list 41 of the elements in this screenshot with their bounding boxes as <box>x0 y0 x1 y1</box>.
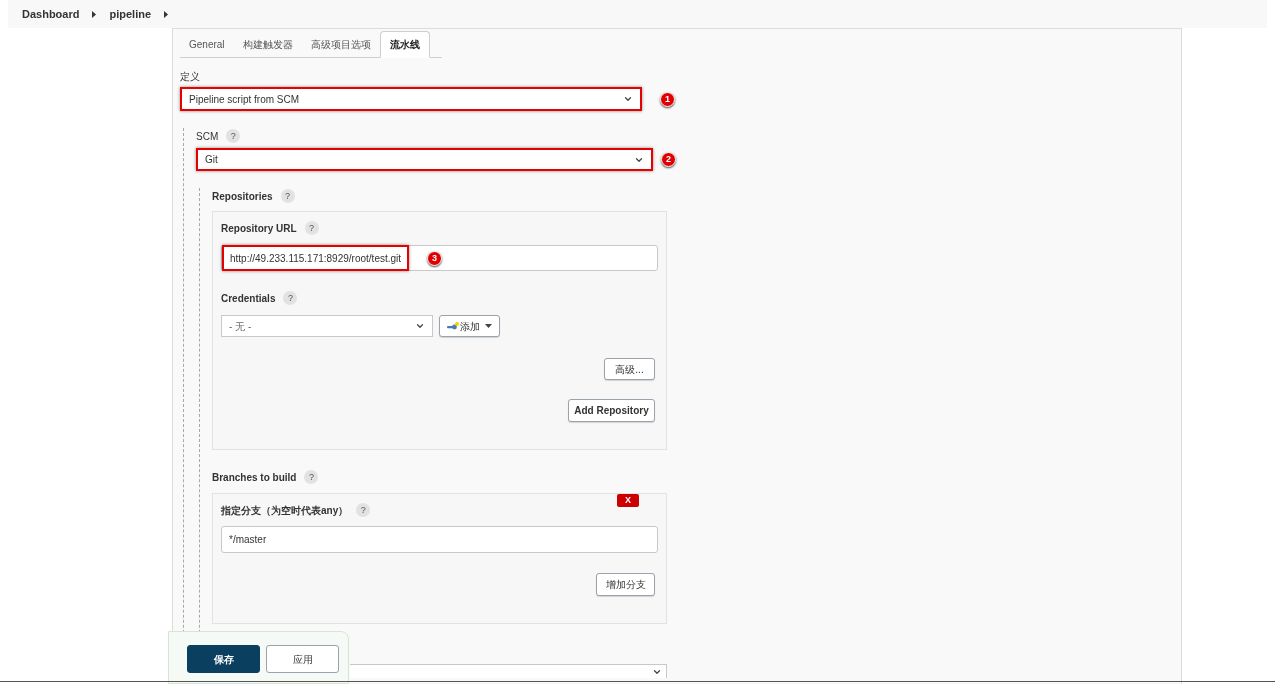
credentials-select[interactable]: - 无 - <box>221 315 433 337</box>
scm-select[interactable]: Git <box>196 148 653 171</box>
help-button[interactable]: ? <box>280 189 295 203</box>
key-icon <box>447 322 459 330</box>
field-label: 定义 <box>180 69 200 83</box>
chevron-down-icon <box>623 94 633 104</box>
select-field[interactable] <box>350 664 667 678</box>
repository-url-field[interactable]: http://49.233.115.171:8929/root/test.git 3 <box>221 245 658 271</box>
help-button[interactable]: ? <box>226 129 241 143</box>
field-label: Repository URL <box>221 221 297 235</box>
field-label: Credentials <box>221 291 276 305</box>
help-button[interactable]: ? <box>356 503 371 517</box>
caret-right-icon[interactable] <box>164 10 169 18</box>
tab[interactable]: 构建触发器 <box>233 31 302 58</box>
step-marker: 3 <box>427 250 443 266</box>
tab[interactable]: General <box>180 31 234 58</box>
field-label: Branches to build <box>212 470 297 484</box>
apply-button[interactable]: 应用 <box>266 645 339 673</box>
caret-down-icon <box>485 324 492 328</box>
delete-button[interactable]: X <box>617 494 639 507</box>
step-marker: 2 <box>661 152 676 167</box>
field-label: 指定分支（为空时代表any） <box>221 503 349 517</box>
caret-right-icon[interactable] <box>92 10 97 18</box>
field-label: Repositories <box>212 189 273 203</box>
help-button[interactable]: ? <box>283 291 298 305</box>
breadcrumb-link[interactable]: Dashboard <box>22 5 80 23</box>
save-button[interactable]: 保存 <box>187 645 260 673</box>
step-marker: 1 <box>660 91 675 107</box>
branch-field[interactable]: */master <box>221 526 658 553</box>
tab[interactable]: 流水线 <box>379 31 430 58</box>
help-button[interactable]: ? <box>304 221 319 235</box>
definition-select[interactable]: Pipeline script from SCM <box>180 87 642 111</box>
add-repository-button[interactable]: Add Repository <box>568 399 655 422</box>
tab[interactable]: 高级项目选项 <box>301 31 380 58</box>
advanced-button[interactable]: 高级... <box>604 358 655 380</box>
breadcrumb-link[interactable]: pipeline <box>109 5 152 23</box>
help-button[interactable]: ? <box>304 470 319 484</box>
field-label: SCM <box>196 129 219 143</box>
chevron-down-icon <box>415 321 425 331</box>
add-credentials-button[interactable]: 添加 <box>439 315 500 337</box>
add-branch-button[interactable]: 增加分支 <box>596 573 655 596</box>
